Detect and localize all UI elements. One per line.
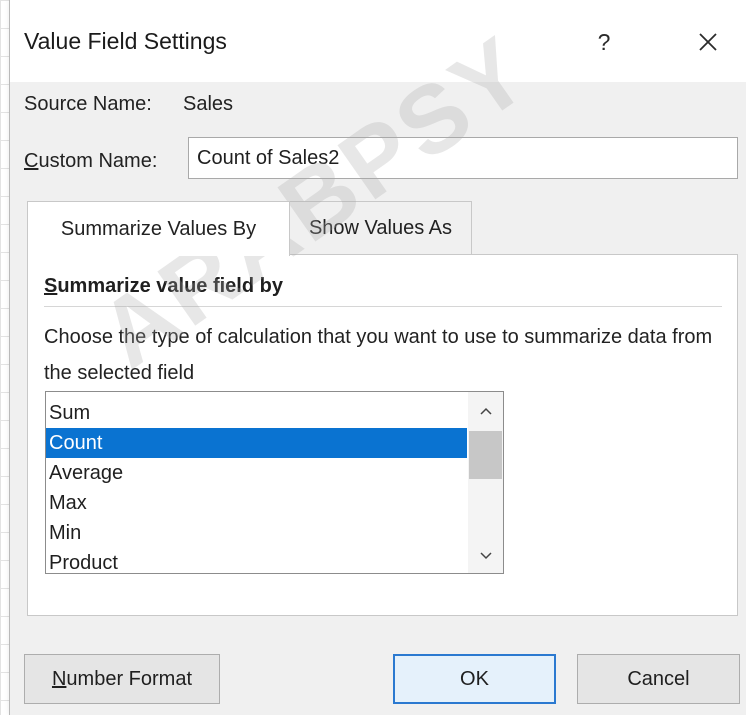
list-item-count[interactable]: Count: [46, 428, 467, 458]
custom-name-label: Custom Name:: [24, 150, 157, 173]
scroll-thumb[interactable]: [469, 431, 502, 479]
section-heading-text: ummarize value field by: [57, 275, 283, 297]
ok-button[interactable]: OK: [393, 654, 556, 704]
scroll-up-button[interactable]: [468, 396, 503, 426]
tab-summarize-values-by[interactable]: Summarize Values By: [27, 201, 290, 256]
cancel-button[interactable]: Cancel: [577, 654, 740, 704]
dialog-title: Value Field Settings: [24, 28, 227, 54]
source-name-value: Sales: [183, 93, 234, 115]
scroll-down-button[interactable]: [468, 541, 503, 571]
source-name-label: Source Name:: [24, 93, 152, 115]
list-item-product[interactable]: Product: [46, 548, 467, 573]
number-format-accelerator: N: [51, 667, 67, 690]
calculation-list: Sum Count Average Max Min Product: [46, 398, 467, 573]
list-item-min[interactable]: Min: [46, 518, 467, 548]
list-item-max[interactable]: Max: [46, 488, 467, 518]
section-divider: [44, 306, 722, 307]
custom-name-accelerator: C: [24, 150, 39, 172]
chevron-up-icon: [479, 407, 492, 415]
list-scrollbar[interactable]: [468, 392, 503, 573]
list-item-sum[interactable]: Sum: [46, 398, 467, 428]
number-format-button[interactable]: Number Format: [24, 654, 220, 704]
section-heading-accelerator: S: [44, 275, 58, 297]
tab-show-values-as[interactable]: Show Values As: [290, 201, 472, 255]
dialog-titlebar: Value Field Settings ?: [10, 0, 746, 82]
value-field-settings-dialog: Value Field Settings ? Source Name: Sale…: [10, 0, 746, 715]
help-button[interactable]: ?: [582, 22, 626, 62]
number-format-label: umber Format: [66, 667, 193, 690]
custom-name-label-text: ustom Name:: [38, 150, 158, 172]
close-button[interactable]: [686, 22, 730, 62]
calculation-listbox[interactable]: Sum Count Average Max Min Product: [45, 391, 504, 574]
chevron-down-icon: [479, 552, 492, 560]
summarize-tab-panel: Summarize value field by Choose the type…: [27, 254, 738, 616]
section-heading: Summarize value field by: [44, 275, 283, 298]
list-item-average[interactable]: Average: [46, 458, 467, 488]
calculation-description: Choose the type of calculation that you …: [44, 326, 713, 384]
close-icon: [699, 33, 717, 51]
custom-name-input[interactable]: [188, 137, 738, 179]
